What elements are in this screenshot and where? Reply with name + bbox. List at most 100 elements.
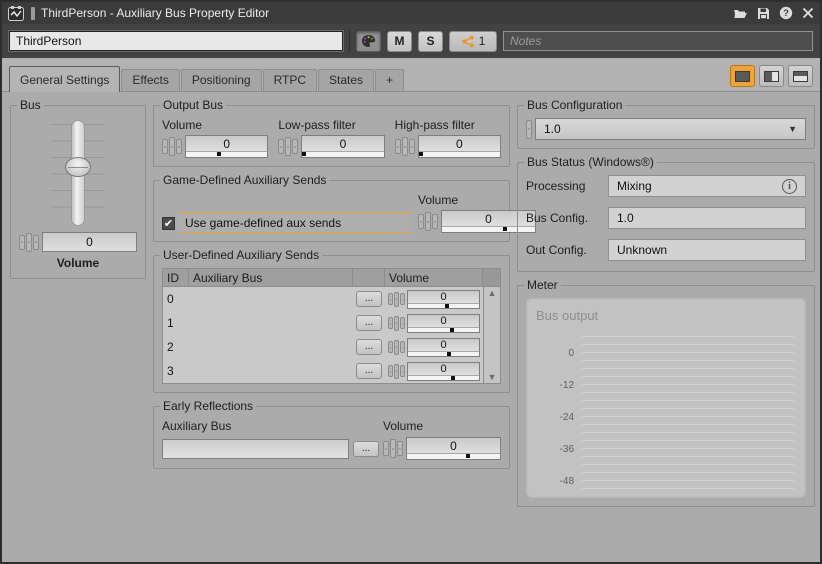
bus-config-row: Bus Config. 1.0 <box>526 207 806 229</box>
mini-slider[interactable] <box>408 376 479 380</box>
table-row[interactable]: 1...0 <box>163 311 483 335</box>
split-vertical-icon <box>764 71 779 82</box>
rtpc-indicator-icons[interactable] <box>388 340 405 355</box>
rtpc-indicator-icons[interactable] <box>388 292 405 307</box>
link-indicator-icon[interactable] <box>526 120 532 139</box>
object-name-input[interactable] <box>9 31 343 51</box>
property-editor-window: ThirdPerson - Auxiliary Bus Property Edi… <box>0 0 822 564</box>
output-volume-field[interactable]: 0 <box>185 135 268 158</box>
early-reflections-group: Early Reflections Auxiliary Bus Volume .… <box>153 406 510 469</box>
tab-general-settings[interactable]: General Settings <box>9 66 120 92</box>
send-volume-field[interactable]: 0 <box>407 362 480 381</box>
bus-status-group: Bus Status (Windows®) Processing Mixing … <box>517 162 815 272</box>
use-game-defined-checkbox[interactable]: ✔ <box>162 217 175 230</box>
split-horizontal-icon <box>793 71 808 82</box>
view-single-pane-button[interactable] <box>730 65 755 87</box>
mini-slider[interactable] <box>408 304 479 308</box>
bus-config-label: Bus Config. <box>526 211 608 225</box>
view-split-vertical-button[interactable] <box>759 65 784 87</box>
rtpc-indicator-icons[interactable] <box>383 439 403 458</box>
slider-marker <box>466 454 470 458</box>
tab-effects[interactable]: Effects <box>121 69 179 91</box>
close-icon[interactable] <box>802 7 814 19</box>
send-volume-field[interactable]: 0 <box>407 314 480 333</box>
er-browse-button[interactable]: ... <box>353 441 379 457</box>
send-id: 0 <box>163 292 189 306</box>
tab-add[interactable]: + <box>375 69 404 91</box>
rtpc-indicator-icons[interactable] <box>388 364 405 379</box>
color-button[interactable] <box>356 31 381 52</box>
col-auxiliary-bus: Auxiliary Bus <box>189 269 353 286</box>
open-icon[interactable] <box>733 7 748 19</box>
use-game-defined-label[interactable]: Use game-defined aux sends <box>179 213 412 233</box>
browse-button[interactable]: ... <box>356 363 382 379</box>
aux-sends-table: ID Auxiliary Bus Volume 0...01...02...03… <box>162 268 501 384</box>
mute-button[interactable]: M <box>387 31 412 52</box>
shareset-button[interactable]: 1 <box>449 31 497 52</box>
mini-slider[interactable] <box>186 152 267 157</box>
mini-slider[interactable] <box>408 352 479 356</box>
bus-config-dropdown[interactable]: 1.0 ▼ <box>535 118 806 140</box>
tab-states[interactable]: States <box>318 69 374 91</box>
table-scrollbar[interactable]: ▲ ▼ <box>483 287 500 383</box>
info-icon[interactable]: i <box>782 179 797 194</box>
send-volume-value: 0 <box>408 291 479 304</box>
view-split-horizontal-button[interactable] <box>788 65 813 87</box>
send-volume-field[interactable]: 0 <box>407 338 480 357</box>
general-settings-panel: Bus 0 Volume Output Bus <box>2 92 820 562</box>
game-defined-sends-group: Game-Defined Auxiliary Sends ✔ Use game-… <box>153 180 510 242</box>
user-defined-sends-group: User-Defined Auxiliary Sends ID Auxiliar… <box>153 255 510 393</box>
solo-label: S <box>426 34 434 48</box>
table-row[interactable]: 2...0 <box>163 335 483 359</box>
mini-slider[interactable] <box>302 152 383 157</box>
rtpc-indicator-icons[interactable] <box>388 316 405 331</box>
output-volume-label: Volume <box>162 118 268 132</box>
bus-config-value: 1.0 <box>544 122 561 136</box>
rtpc-indicator-icons[interactable] <box>19 233 39 252</box>
rtpc-indicator-icons[interactable] <box>395 137 415 156</box>
tab-positioning[interactable]: Positioning <box>181 69 262 91</box>
send-volume-field[interactable]: 0 <box>407 290 480 309</box>
output-bus-group: Output Bus Volume 0 Low-pass f <box>153 105 510 167</box>
table-row[interactable]: 0... 0 <box>163 287 483 311</box>
lowpass-field[interactable]: 0 <box>301 135 384 158</box>
processing-value: Mixing <box>617 179 652 193</box>
rtpc-indicator-icons[interactable] <box>278 137 298 156</box>
highpass-field[interactable]: 0 <box>418 135 501 158</box>
slider-handle[interactable] <box>65 157 91 177</box>
mini-slider[interactable] <box>407 454 500 459</box>
notes-input[interactable] <box>503 31 813 51</box>
solo-button[interactable]: S <box>418 31 443 52</box>
send-volume-value: 0 <box>408 339 479 352</box>
lowpass-value: 0 <box>302 136 383 152</box>
meter-tick-label: 0 <box>534 348 574 359</box>
browse-button[interactable]: ... <box>356 315 382 331</box>
save-icon[interactable] <box>757 7 770 20</box>
scroll-down-icon[interactable]: ▼ <box>488 372 497 382</box>
scroll-up-icon[interactable]: ▲ <box>488 288 497 298</box>
bus-volume-slider[interactable] <box>43 120 113 226</box>
mini-slider[interactable] <box>419 152 500 157</box>
col-browse <box>353 269 385 286</box>
rtpc-indicator-icons[interactable] <box>418 212 438 231</box>
browse-button[interactable]: ... <box>356 291 382 307</box>
bus-volume-field[interactable]: 0 <box>42 232 137 252</box>
col-id: ID <box>163 269 189 286</box>
processing-field: Mixing i <box>608 175 806 197</box>
early-reflections-title: Early Reflections <box>160 399 256 413</box>
slider-marker <box>445 304 449 308</box>
lowpass-label: Low-pass filter <box>278 118 384 132</box>
slider-marker <box>419 152 423 156</box>
browse-button[interactable]: ... <box>356 339 382 355</box>
slider-marker <box>450 328 454 332</box>
meter-gridlines <box>582 336 794 490</box>
rtpc-indicator-icons[interactable] <box>162 137 182 156</box>
table-body: 0...01...02...03...0 <box>163 287 483 383</box>
single-pane-icon <box>735 71 750 82</box>
er-aux-bus-field[interactable] <box>162 439 349 459</box>
mini-slider[interactable] <box>408 328 479 332</box>
table-row[interactable]: 3...0 <box>163 359 483 383</box>
help-icon[interactable]: ? <box>779 6 793 20</box>
tab-rtpc[interactable]: RTPC <box>263 69 317 91</box>
er-volume-field[interactable]: 0 <box>406 437 501 460</box>
